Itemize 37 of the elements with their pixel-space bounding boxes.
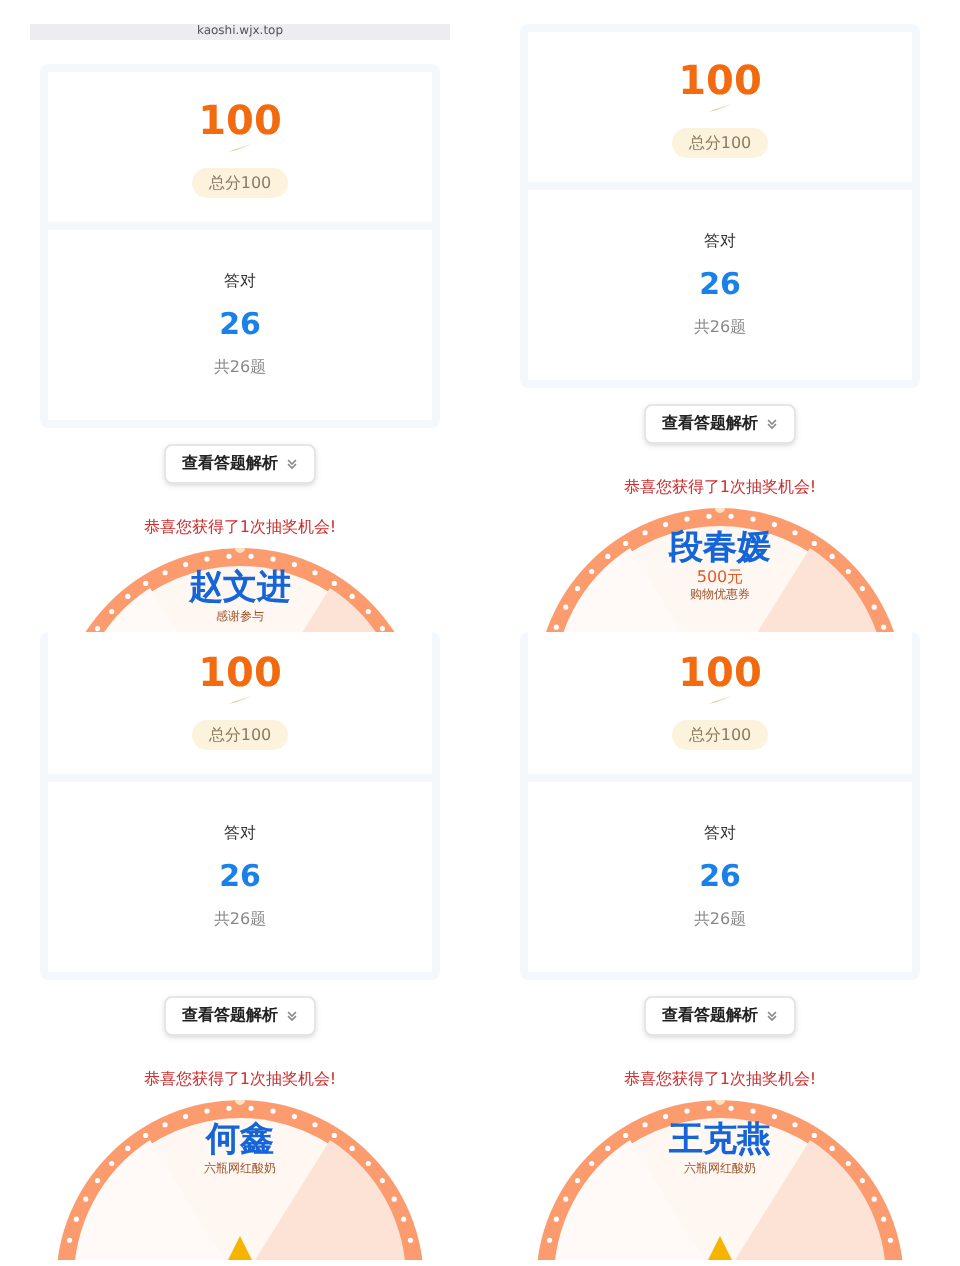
correct-label: 答对 <box>224 822 256 846</box>
winner-name: 段春媛 <box>669 527 771 567</box>
lottery-message: 恭喜您获得了1次抽奖机会! <box>143 515 337 539</box>
correct-label: 答对 <box>704 822 736 846</box>
view-analysis-button[interactable]: 查看答题解析 <box>164 443 316 483</box>
total-score-badge: 总分100 <box>672 720 768 750</box>
chevron-down-icon <box>286 457 298 469</box>
chevron-down-icon <box>766 417 778 429</box>
score: 100 <box>678 648 762 696</box>
chevron-down-icon <box>766 1009 778 1021</box>
prize-amount: 500元 <box>696 567 744 585</box>
question-total: 共26题 <box>693 907 747 931</box>
winner-name: 王克燕 <box>669 1119 771 1159</box>
lottery-message: 恭喜您获得了1次抽奖机会! <box>143 1067 337 1091</box>
correct-count: 26 <box>699 264 741 306</box>
score: 100 <box>198 648 282 696</box>
view-analysis-button[interactable]: 查看答题解析 <box>644 995 796 1035</box>
total-score-badge: 总分100 <box>192 168 288 198</box>
correct-count: 26 <box>219 304 261 346</box>
chevron-down-icon <box>286 1009 298 1021</box>
winner-name: 何鑫 <box>206 1119 274 1159</box>
correct-label: 答对 <box>224 270 256 294</box>
correct-label: 答对 <box>704 230 736 254</box>
view-analysis-button[interactable]: 查看答题解析 <box>164 995 316 1035</box>
question-total: 共26题 <box>213 907 267 931</box>
question-total: 共26题 <box>213 355 267 379</box>
total-score-badge: 总分100 <box>192 720 288 750</box>
score: 100 <box>678 56 762 104</box>
total-score-badge: 总分100 <box>672 128 768 158</box>
view-analysis-button[interactable]: 查看答题解析 <box>644 403 796 443</box>
lottery-message: 恭喜您获得了1次抽奖机会! <box>623 475 817 499</box>
correct-count: 26 <box>219 856 261 898</box>
question-total: 共26题 <box>693 315 747 339</box>
correct-count: 26 <box>699 856 741 898</box>
score: 100 <box>198 96 282 144</box>
lottery-message: 恭喜您获得了1次抽奖机会! <box>623 1067 817 1091</box>
winner-name: 赵文进 <box>189 567 291 607</box>
